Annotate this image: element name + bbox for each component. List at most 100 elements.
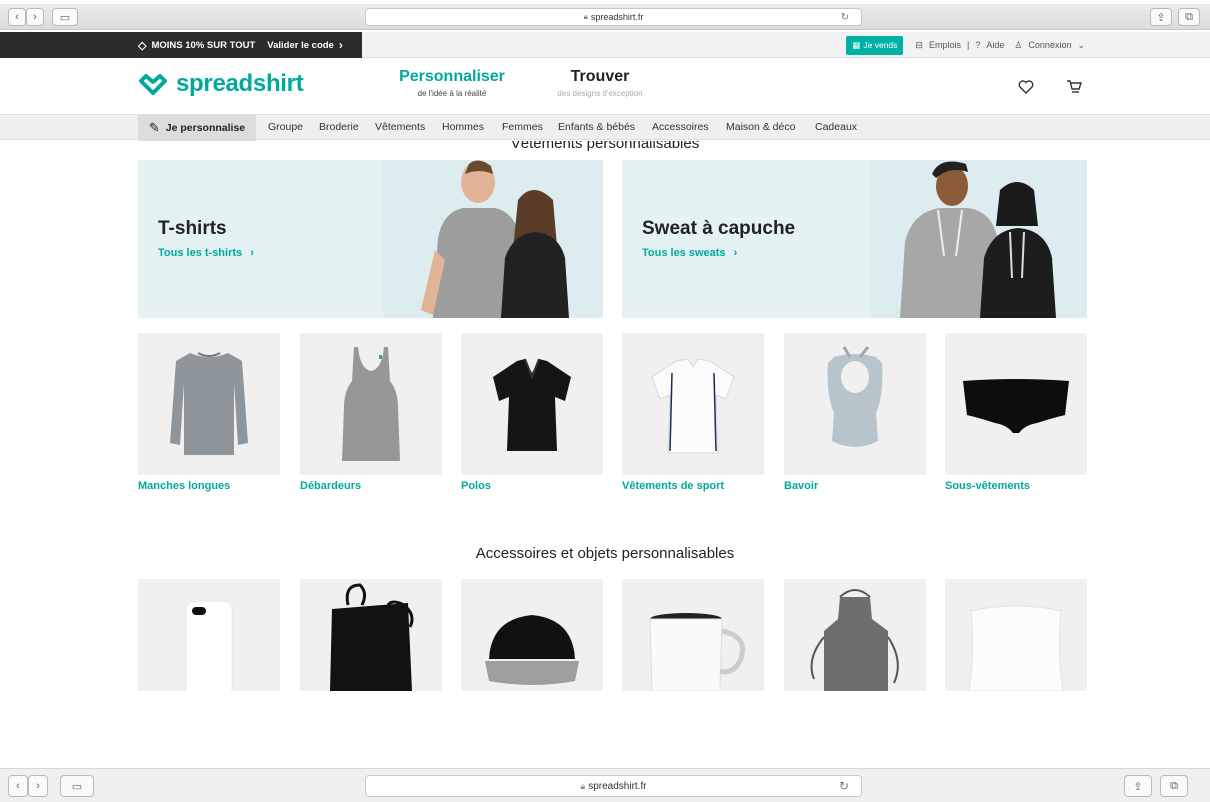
chevron-down-icon: ⌄	[1077, 39, 1085, 50]
product-label[interactable]: Polos	[461, 480, 491, 492]
product-label[interactable]: Sous-vêtements	[945, 480, 1030, 492]
banner-tshirts[interactable]: T-shirts Tous les t-shirts ›	[138, 160, 603, 318]
address-bar[interactable]: 🔒︎ spreadshirt.fr ↻	[365, 775, 862, 797]
login-link[interactable]: Connexion	[1028, 40, 1071, 50]
url-text: spreadshirt.fr	[590, 12, 644, 22]
forward-icon[interactable]: ›	[28, 775, 48, 797]
accessory-tile-cap[interactable]	[461, 579, 603, 691]
tab-subtitle: de l'idée à la réalité	[417, 89, 487, 98]
product-label[interactable]: Débardeurs	[300, 480, 361, 492]
phone-case-image	[185, 600, 233, 691]
banner-link-label: Tous les t-shirts	[158, 247, 243, 259]
product-tile-sportswear[interactable]	[622, 333, 764, 475]
shop-icon: ▦	[852, 39, 861, 50]
help-icon: ?	[975, 40, 981, 50]
validate-code-link[interactable]: Valider le code ›	[267, 38, 343, 52]
browser-toolbar: ‹ › ▭ 🔒︎ spreadshirt.fr ↻ ⇪ ⧉	[0, 4, 1210, 30]
tabs-icon[interactable]: ⧉	[1160, 775, 1188, 797]
product-tile-tank-top[interactable]	[300, 333, 442, 475]
divider: |	[966, 40, 970, 50]
banner-link-label: Tous les sweats	[642, 247, 726, 259]
browser-bottom-toolbar: ‹ › ▭ 🔒︎ spreadshirt.fr ↻ ⇪ ⧉	[0, 768, 1210, 802]
chevron-right-icon: ›	[250, 247, 254, 259]
banner-link[interactable]: Tous les t-shirts ›	[158, 247, 254, 259]
product-tile-polo[interactable]	[461, 333, 603, 475]
apron-image	[810, 589, 899, 691]
briefcase-icon: ⊟	[915, 39, 923, 50]
sport-shirt-image	[651, 358, 735, 454]
url-text: spreadshirt.fr	[588, 780, 647, 792]
product-tile-long-sleeve[interactable]	[138, 333, 280, 475]
nav-hommes[interactable]: Hommes	[442, 121, 484, 133]
tab-subtitle: des designs d'exception	[557, 89, 643, 98]
product-tile-underwear[interactable]	[945, 333, 1087, 475]
tab-title: Trouver	[570, 68, 630, 85]
forward-icon[interactable]: ›	[26, 8, 44, 26]
banner-link[interactable]: Tous les sweats ›	[642, 247, 737, 259]
reload-icon[interactable]: ↻	[839, 779, 849, 793]
polo-shirt-image	[493, 358, 571, 451]
address-bar[interactable]: 🔒︎ spreadshirt.fr ↻	[365, 8, 862, 26]
bib-image	[827, 346, 883, 447]
sidebar-icon[interactable]: ▭	[52, 8, 78, 26]
reload-icon[interactable]: ↻	[841, 12, 849, 23]
nav-cadeaux[interactable]: Cadeaux	[815, 121, 857, 133]
product-label[interactable]: Vêtements de sport	[622, 480, 724, 492]
user-icon: ♙	[1014, 39, 1023, 50]
tote-bag-image	[330, 583, 414, 691]
tag-icon: ◇	[138, 39, 147, 52]
underwear-image	[963, 379, 1069, 433]
long-sleeve-shirt-image	[170, 352, 248, 455]
cap-image	[485, 615, 579, 685]
help-link[interactable]: Aide	[986, 40, 1004, 50]
banner-title: Sweat à capuche	[642, 218, 796, 239]
tank-top-image	[342, 347, 400, 461]
hoodie-models-image	[870, 160, 1087, 318]
nav-je-personnalise[interactable]: ✎ Je personnalise	[138, 115, 256, 141]
section-title-clothing: Vêtements personnalisables	[510, 141, 700, 152]
banner-hoodies[interactable]: Sweat à capuche Tous les sweats ›	[622, 160, 1087, 318]
tabs-icon[interactable]: ⧉	[1178, 8, 1200, 26]
category-nav: ✎ Je personnalise Groupe Broderie Vêteme…	[0, 114, 1210, 141]
accessory-tile-mug[interactable]	[622, 579, 764, 691]
heart-icon[interactable]	[1018, 80, 1034, 94]
cart-icon[interactable]	[1066, 79, 1082, 94]
product-label[interactable]: Bavoir	[784, 480, 818, 492]
accessory-tile-tote-bag[interactable]	[300, 579, 442, 691]
sidebar-icon[interactable]: ▭	[60, 775, 94, 797]
nav-femmes[interactable]: Femmes	[502, 121, 543, 133]
pillow-image	[968, 605, 1064, 691]
accessory-tile-phone-case[interactable]	[138, 579, 280, 691]
sell-button-label: Je vends	[863, 40, 898, 50]
accessory-tile-apron[interactable]	[784, 579, 926, 691]
nav-enfants-bebes[interactable]: Enfants & bébés	[558, 121, 635, 133]
tab-trouver[interactable]: Trouver des designs d'exception	[545, 68, 655, 98]
back-icon[interactable]: ‹	[8, 8, 26, 26]
chevron-right-icon: ›	[733, 247, 738, 259]
lock-icon: 🔒︎	[580, 780, 586, 791]
accessory-tile-pillow[interactable]	[945, 579, 1087, 691]
back-icon[interactable]: ‹	[8, 775, 28, 797]
promo-bar: ◇ MOINS 10% SUR TOUT Valider le code › ▦…	[0, 32, 1210, 58]
nav-maison-deco[interactable]: Maison & déco	[726, 121, 795, 133]
promo-discount: ◇ MOINS 10% SUR TOUT Valider le code ›	[0, 32, 362, 58]
share-icon[interactable]: ⇪	[1150, 8, 1172, 26]
promo-text: MOINS 10% SUR TOUT	[151, 39, 256, 51]
spreadshirt-logo[interactable]: spreadshirt	[138, 70, 304, 98]
share-icon[interactable]: ⇪	[1124, 775, 1152, 797]
tab-title: Personnaliser	[399, 68, 505, 85]
nav-vetements[interactable]: Vêtements	[375, 121, 425, 133]
chevron-right-icon: ›	[338, 38, 343, 52]
product-label[interactable]: Manches longues	[138, 480, 230, 492]
heart-diamond-icon	[139, 74, 167, 95]
lock-icon: 🔒︎	[583, 12, 588, 21]
jobs-link[interactable]: Emplois	[929, 40, 961, 50]
nav-groupe[interactable]: Groupe	[268, 121, 303, 133]
banner-title: T-shirts	[158, 218, 227, 239]
nav-broderie[interactable]: Broderie	[319, 121, 359, 133]
nav-accessoires[interactable]: Accessoires	[652, 121, 709, 133]
sell-button[interactable]: ▦ Je vends	[846, 35, 904, 55]
logo-text: spreadshirt	[176, 70, 304, 97]
pencil-icon: ✎	[148, 120, 160, 135]
product-tile-bib[interactable]	[784, 333, 926, 475]
